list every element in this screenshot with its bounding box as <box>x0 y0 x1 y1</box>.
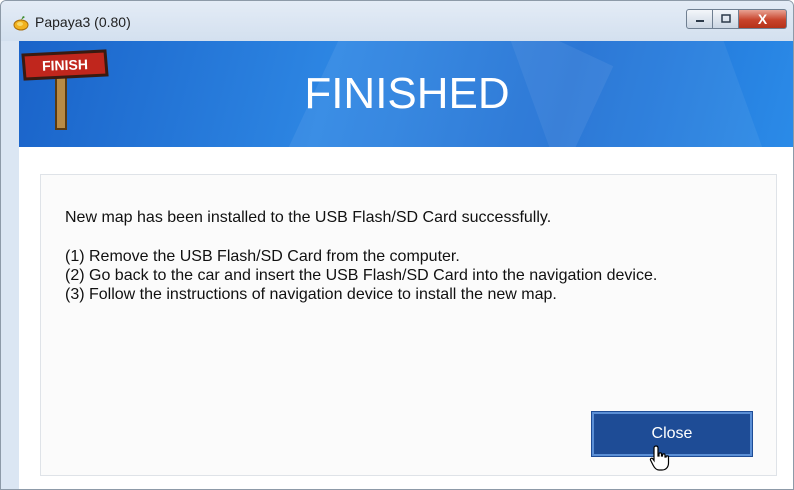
content-area: New map has been installed to the USB Fl… <box>19 147 793 489</box>
header-banner: FINISHED <box>19 41 793 147</box>
close-icon: X <box>757 11 768 27</box>
instruction-step-2: (2) Go back to the car and insert the US… <box>65 267 658 284</box>
sign-text: FINISH <box>42 56 88 74</box>
banner-title: FINISHED <box>304 69 510 118</box>
papaya-icon <box>13 16 29 31</box>
message-panel: New map has been installed to the USB Fl… <box>40 174 777 476</box>
maximize-icon <box>720 14 731 23</box>
title-bar[interactable]: Papaya3 (0.80) X <box>1 1 793 41</box>
maximize-button[interactable] <box>713 9 739 29</box>
instruction-step-3: (3) Follow the instructions of navigatio… <box>65 286 557 303</box>
close-window-button[interactable]: X <box>739 9 787 29</box>
window-controls: X <box>686 9 787 31</box>
instruction-step-1: (1) Remove the USB Flash/SD Card from th… <box>65 248 460 265</box>
close-button[interactable]: Close <box>591 411 753 457</box>
minimize-icon <box>695 20 704 22</box>
installer-window: Papaya3 (0.80) X FINISHED FINISH New map… <box>0 0 794 490</box>
window-title: Papaya3 (0.80) <box>35 14 131 30</box>
success-message: New map has been installed to the USB Fl… <box>65 209 552 226</box>
hand-pointer-icon <box>649 445 670 471</box>
minimize-button[interactable] <box>686 9 713 29</box>
finish-signpost-icon: FINISH <box>21 49 109 130</box>
